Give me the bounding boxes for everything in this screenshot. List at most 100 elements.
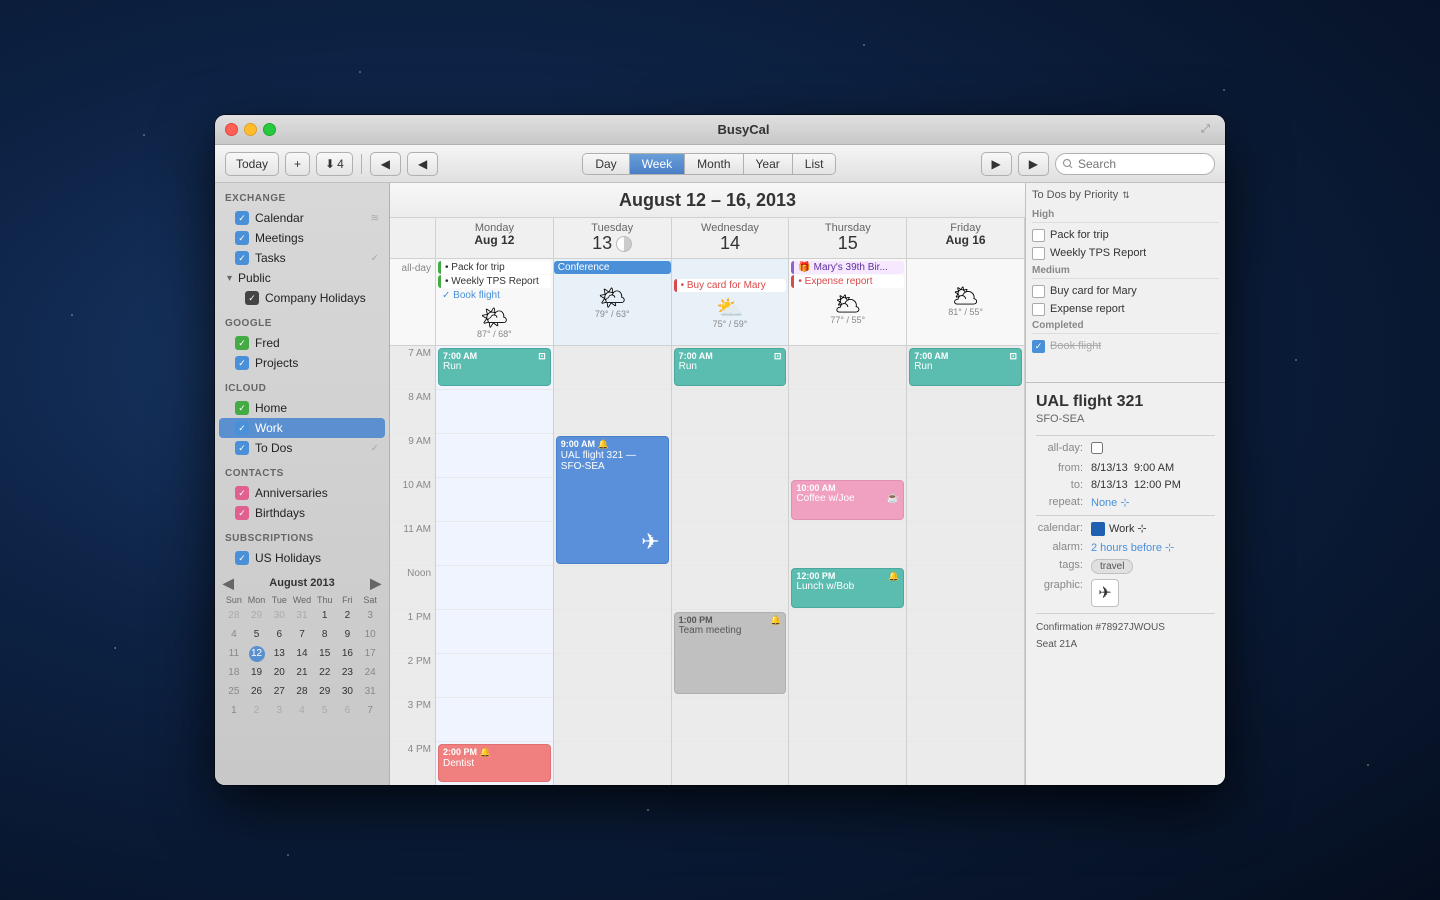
sidebar-item-calendar[interactable]: ✓ Calendar ≋ bbox=[215, 208, 389, 228]
mini-day[interactable]: 21 bbox=[291, 664, 313, 682]
mini-day[interactable]: 18 bbox=[223, 664, 245, 682]
allday-event-conference[interactable]: Conference bbox=[554, 261, 671, 274]
tab-year[interactable]: Year bbox=[744, 154, 793, 174]
time-grid-scroll[interactable]: 7 AM 8 AM 9 AM 10 AM 11 AM Noon 1 PM 2 P… bbox=[390, 346, 1025, 785]
mini-day[interactable]: 3 bbox=[359, 607, 381, 625]
allday-event-buy-card[interactable]: • Buy card for Mary bbox=[674, 279, 787, 292]
nav-prev-button[interactable]: ◀ bbox=[407, 152, 438, 176]
allday-event-expense[interactable]: • Expense report bbox=[791, 275, 904, 288]
mini-day[interactable]: 14 bbox=[291, 645, 313, 663]
mini-day[interactable]: 30 bbox=[268, 607, 290, 625]
mini-day[interactable]: 25 bbox=[223, 683, 245, 701]
mini-day[interactable]: 24 bbox=[359, 664, 381, 682]
mini-day[interactable]: 31 bbox=[359, 683, 381, 701]
todo-book-flight[interactable]: ✓ Book flight bbox=[1032, 337, 1219, 355]
today-button[interactable]: Today bbox=[225, 152, 279, 176]
day-header-tuesday[interactable]: Tuesday 13 bbox=[554, 218, 672, 258]
mini-day[interactable]: 29 bbox=[246, 607, 268, 625]
mini-day[interactable]: 6 bbox=[268, 626, 290, 644]
todo-expense[interactable]: Expense report bbox=[1032, 300, 1219, 318]
detail-value-alarm[interactable]: 2 hours before ⊹ bbox=[1091, 541, 1215, 554]
sidebar-item-anniversaries[interactable]: ✓ Anniversaries bbox=[215, 483, 389, 503]
mini-day[interactable]: 7 bbox=[291, 626, 313, 644]
event-coffee-joe[interactable]: 10:00 AM Coffee w/Joe ☕ bbox=[791, 480, 904, 520]
nav-next-next-button[interactable]: ▶ bbox=[1018, 152, 1049, 176]
mini-day[interactable]: 27 bbox=[268, 683, 290, 701]
allday-event-tps[interactable]: • Weekly TPS Report bbox=[438, 275, 551, 288]
fullscreen-icon[interactable]: ⤢ bbox=[1201, 123, 1215, 137]
mini-day[interactable]: 4 bbox=[223, 626, 245, 644]
add-button[interactable]: + bbox=[285, 152, 310, 176]
mini-day[interactable]: 19 bbox=[246, 664, 268, 682]
allday-event-pack-trip[interactable]: • Pack for trip bbox=[438, 261, 551, 274]
event-run-friday[interactable]: 7:00 AM ⊡ Run bbox=[909, 348, 1022, 386]
event-run-monday[interactable]: 7:00 AM ⊡ Run bbox=[438, 348, 551, 386]
graphic-airplane-icon[interactable]: ✈ bbox=[1091, 579, 1119, 607]
mini-day[interactable]: 1 bbox=[314, 607, 336, 625]
sidebar-item-meetings[interactable]: ✓ Meetings bbox=[215, 228, 389, 248]
todo-buy-card[interactable]: Buy card for Mary bbox=[1032, 282, 1219, 300]
tag-travel[interactable]: travel bbox=[1091, 559, 1133, 574]
mini-day[interactable]: 7 bbox=[359, 702, 381, 720]
todo-weekly-tps[interactable]: Weekly TPS Report bbox=[1032, 244, 1219, 262]
event-team-meeting[interactable]: 1:00 PM 🔔 Team meeting bbox=[674, 612, 787, 694]
todo-checkbox-tps[interactable] bbox=[1032, 247, 1045, 260]
todo-checkbox-card[interactable] bbox=[1032, 285, 1045, 298]
close-button[interactable] bbox=[225, 123, 238, 136]
sidebar-item-us-holidays[interactable]: ✓ US Holidays bbox=[215, 548, 389, 568]
mini-day[interactable]: 13 bbox=[268, 645, 290, 663]
sidebar-item-public[interactable]: ▾ Public bbox=[215, 268, 389, 288]
day-header-monday[interactable]: Monday Aug 12 bbox=[436, 218, 554, 258]
allday-event-book-flight[interactable]: ✓ Book flight bbox=[438, 289, 551, 302]
mini-day[interactable]: 31 bbox=[291, 607, 313, 625]
tab-week[interactable]: Week bbox=[630, 154, 685, 174]
day-header-thursday[interactable]: Thursday 15 bbox=[789, 218, 907, 258]
tab-day[interactable]: Day bbox=[583, 154, 629, 174]
mini-day[interactable]: 6 bbox=[337, 702, 359, 720]
sidebar-item-company-holidays[interactable]: ✓ Company Holidays bbox=[215, 288, 389, 308]
todo-checkbox-pack[interactable] bbox=[1032, 229, 1045, 242]
mini-day[interactable]: 17 bbox=[359, 645, 381, 663]
mini-day[interactable]: 22 bbox=[314, 664, 336, 682]
mini-day[interactable]: 8 bbox=[314, 626, 336, 644]
mini-day[interactable]: 28 bbox=[291, 683, 313, 701]
mini-day[interactable]: 20 bbox=[268, 664, 290, 682]
todo-checkbox-flight[interactable]: ✓ bbox=[1032, 340, 1045, 353]
mini-day[interactable]: 15 bbox=[314, 645, 336, 663]
minimize-button[interactable] bbox=[244, 123, 257, 136]
mini-day[interactable]: 30 bbox=[337, 683, 359, 701]
nav-next-button[interactable]: ▶ bbox=[981, 152, 1012, 176]
sidebar-item-tasks[interactable]: ✓ Tasks ✓ bbox=[215, 248, 389, 268]
nav-prev-prev-button[interactable]: ◀ bbox=[370, 152, 401, 176]
mini-day-today[interactable]: 12 bbox=[249, 646, 265, 662]
event-ual-flight[interactable]: 9:00 AM 🔔 UAL flight 321 —SFO-SEA ✈ bbox=[556, 436, 669, 564]
mini-cal-prev[interactable]: ◀ bbox=[223, 576, 234, 590]
sidebar-item-work[interactable]: ✓ Work bbox=[219, 418, 385, 438]
event-lunch-bob[interactable]: 12:00 PM 🔔 Lunch w/Bob bbox=[791, 568, 904, 608]
mini-day[interactable]: 10 bbox=[359, 626, 381, 644]
mini-day[interactable]: 3 bbox=[268, 702, 290, 720]
mini-day[interactable]: 9 bbox=[337, 626, 359, 644]
mini-day[interactable]: 16 bbox=[337, 645, 359, 663]
allday-event-birthday[interactable]: 🎁 Mary's 39th Bir... bbox=[791, 261, 904, 274]
day-header-friday[interactable]: Friday Aug 16 bbox=[907, 218, 1025, 258]
tab-list[interactable]: List bbox=[793, 154, 836, 174]
sidebar-item-todos[interactable]: ✓ To Dos ✓ bbox=[215, 438, 389, 458]
sidebar-item-projects[interactable]: ✓ Projects bbox=[215, 353, 389, 373]
mini-cal-next[interactable]: ▶ bbox=[370, 576, 381, 590]
detail-value-repeat[interactable]: None ⊹ bbox=[1091, 496, 1215, 509]
mini-day[interactable]: 23 bbox=[337, 664, 359, 682]
todo-pack-trip[interactable]: Pack for trip bbox=[1032, 226, 1219, 244]
mini-day[interactable]: 2 bbox=[246, 702, 268, 720]
mini-day[interactable]: 26 bbox=[246, 683, 268, 701]
event-run-wednesday[interactable]: 7:00 AM ⊡ Run bbox=[674, 348, 787, 386]
mini-day[interactable]: 28 bbox=[223, 607, 245, 625]
sidebar-item-birthdays[interactable]: ✓ Birthdays bbox=[215, 503, 389, 523]
mini-day[interactable]: 1 bbox=[223, 702, 245, 720]
mini-day[interactable]: 29 bbox=[314, 683, 336, 701]
mini-day[interactable]: 5 bbox=[314, 702, 336, 720]
mini-day[interactable]: 11 bbox=[223, 645, 245, 663]
todo-checkbox-expense[interactable] bbox=[1032, 303, 1045, 316]
event-dentist[interactable]: 2:00 PM 🔔 Dentist bbox=[438, 744, 551, 782]
maximize-button[interactable] bbox=[263, 123, 276, 136]
